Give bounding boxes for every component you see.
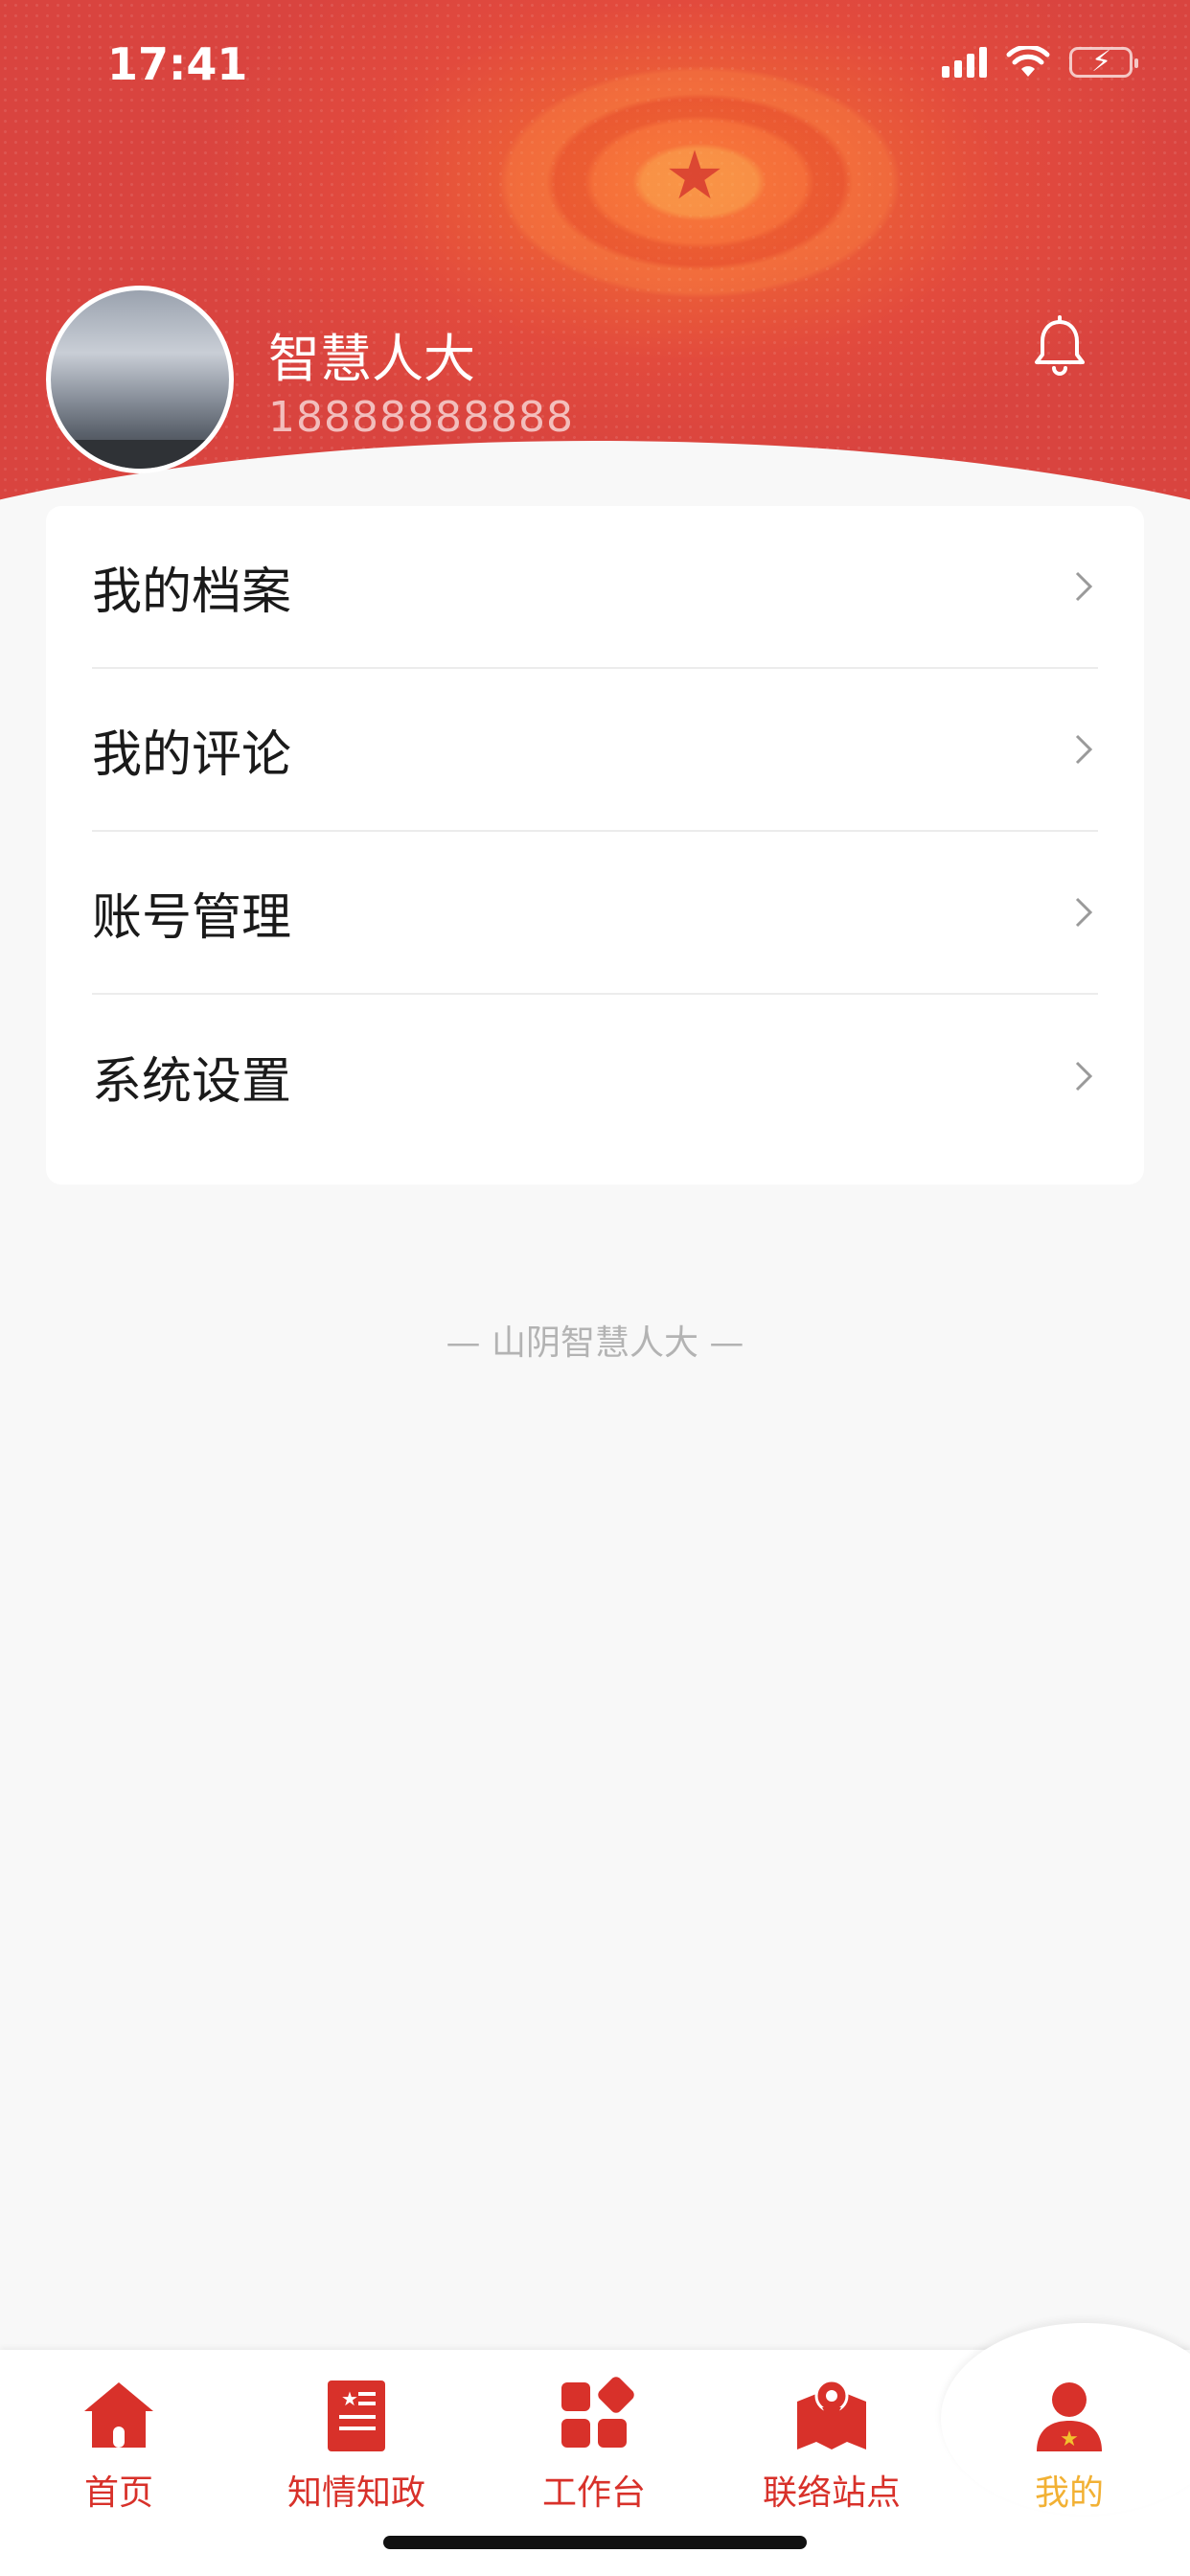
- tab-label: 工作台: [541, 2473, 646, 2513]
- menu-item-account-management[interactable]: 账号管理: [92, 832, 1098, 995]
- tab-home[interactable]: 首页: [0, 2375, 238, 2515]
- menu-item-my-comments[interactable]: 我的评论: [92, 669, 1098, 832]
- menu-item-label: 系统设置: [92, 1052, 292, 1111]
- tab-label: 联络站点: [762, 2473, 901, 2513]
- apps-grid-icon: [561, 2377, 634, 2448]
- chevron-right-icon: [1075, 571, 1093, 602]
- chevron-right-icon: [1075, 1061, 1093, 1092]
- footer-brand-text: — 山阴智慧人大 —: [446, 1323, 744, 1363]
- tab-news[interactable]: ★ 知情知政: [238, 2375, 475, 2515]
- home-indicator[interactable]: [383, 2536, 807, 2549]
- news-document-icon: ★: [328, 2380, 385, 2451]
- map-location-icon: [797, 2379, 866, 2450]
- user-name: 智慧人大: [268, 329, 475, 389]
- chevron-right-icon: [1075, 897, 1093, 928]
- avatar[interactable]: [46, 286, 234, 473]
- home-icon: [84, 2382, 153, 2448]
- svg-text:★: ★: [341, 2387, 358, 2410]
- cellular-signal-icon: [942, 47, 987, 78]
- bell-icon[interactable]: [1027, 314, 1092, 380]
- status-time: 17:41: [107, 38, 248, 90]
- menu-item-label: 账号管理: [92, 888, 292, 947]
- user-phone: 18888888888: [268, 393, 574, 442]
- wifi-icon: [1006, 46, 1050, 77]
- menu-item-system-settings[interactable]: 系统设置: [92, 995, 1098, 1158]
- menu-card: 我的档案 我的评论 账号管理 系统设置: [46, 506, 1144, 1184]
- status-icons: ⚡: [942, 46, 1138, 79]
- chevron-right-icon: [1075, 734, 1093, 765]
- tab-label: 首页: [83, 2473, 153, 2513]
- menu-item-my-archive[interactable]: 我的档案: [92, 506, 1098, 669]
- tab-workbench[interactable]: 工作台: [475, 2375, 713, 2515]
- menu-item-label: 我的档案: [92, 563, 292, 621]
- tab-label: 知情知政: [286, 2473, 425, 2513]
- tab-contact-stations[interactable]: 联络站点: [713, 2375, 950, 2515]
- tab-me[interactable]: ★ 我的: [950, 2375, 1188, 2515]
- svg-text:★: ★: [1060, 2427, 1079, 2451]
- user-profile-icon: ★: [1037, 2382, 1102, 2451]
- star-icon: ★: [664, 136, 725, 215]
- tab-label: 我的: [1034, 2473, 1104, 2513]
- battery-charging-icon: ⚡: [1069, 46, 1138, 79]
- menu-item-label: 我的评论: [92, 725, 292, 784]
